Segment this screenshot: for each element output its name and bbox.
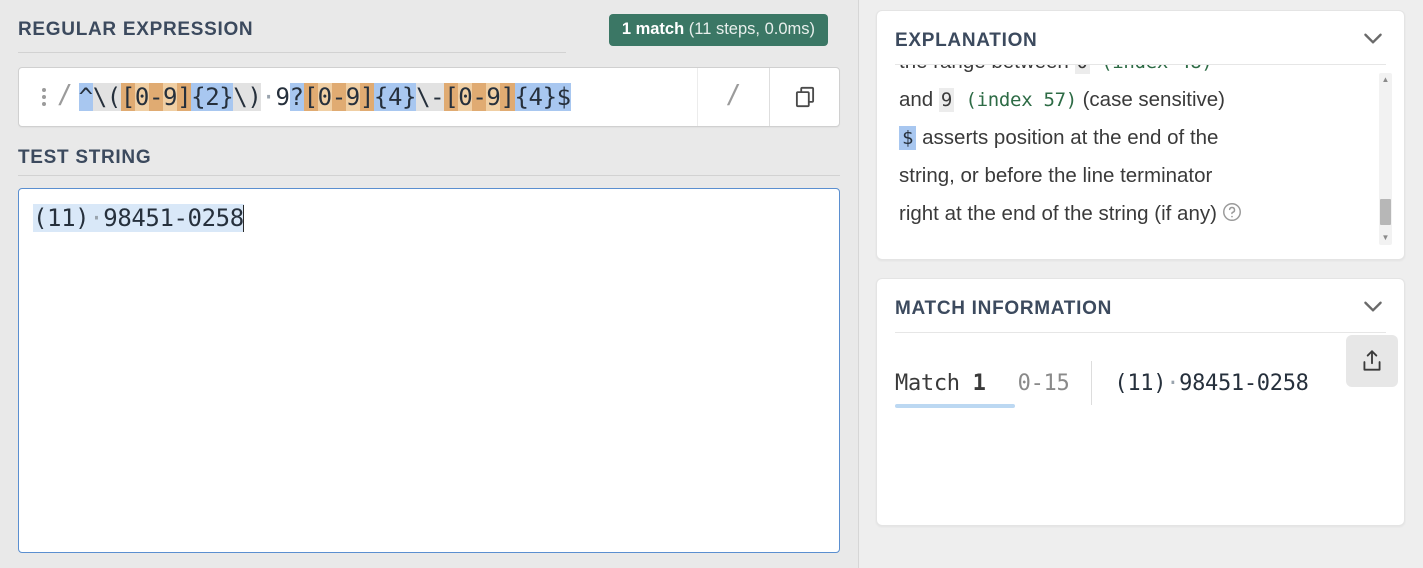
test-section-divider bbox=[18, 175, 840, 176]
export-icon bbox=[1363, 350, 1381, 371]
regex-token-4: - bbox=[148, 83, 164, 111]
regex-token-1: \( bbox=[92, 83, 121, 111]
explanation-part-2-1: asserts position at the end of the bbox=[916, 126, 1219, 149]
match-information-header[interactable]: MATCH INFORMATION bbox=[877, 279, 1404, 332]
match-value-before: (11) bbox=[1114, 370, 1167, 396]
match-count-label: 1 match bbox=[621, 20, 685, 39]
test-string-section-header: TEST STRING bbox=[18, 147, 840, 169]
explanation-scrollbar[interactable]: ▲ ▼ bbox=[1379, 73, 1392, 245]
explanation-panel: EXPLANATION the range between 0 (index 4… bbox=[876, 10, 1405, 260]
text-cursor bbox=[242, 205, 245, 232]
regex-token-17: {4} bbox=[373, 83, 417, 111]
regex-token-6: ] bbox=[177, 83, 192, 111]
regex-delimiter-close: / bbox=[725, 80, 742, 110]
regex-token-21: 0 bbox=[458, 83, 473, 111]
explanation-header[interactable]: EXPLANATION bbox=[877, 11, 1404, 64]
chevron-down-icon[interactable] bbox=[1360, 293, 1386, 324]
export-matches-button[interactable] bbox=[1346, 335, 1398, 387]
regex-section-divider bbox=[18, 52, 566, 53]
regex-flags-cell[interactable]: / bbox=[697, 68, 769, 126]
regex-token-12: [ bbox=[303, 83, 318, 111]
regex-input-main[interactable]: / ^\([0-9]{2}\)·9?[0-9]{4}\-[0-9]{4}$ bbox=[19, 68, 697, 126]
explanation-line: and 9 (index 57) (case sensitive) bbox=[899, 81, 1370, 119]
test-string-textarea[interactable]: (11)·98451-0258 bbox=[18, 188, 840, 553]
match-label: Match bbox=[895, 370, 973, 396]
test-string-section-label: TEST STRING bbox=[18, 147, 152, 168]
test-string-match-after: 98451-0258 bbox=[103, 204, 244, 232]
chevron-down-icon[interactable] bbox=[1360, 25, 1386, 56]
explanation-part-3-0: string, or before the line terminator bbox=[899, 164, 1213, 187]
left-column: REGULAR EXPRESSION 1 match (11 steps, 0.… bbox=[0, 0, 858, 568]
explanation-part-1-2: (index 57) bbox=[954, 89, 1077, 111]
explanation-part-0-1: 0 bbox=[1074, 65, 1090, 74]
match-number: 1 bbox=[972, 370, 986, 396]
regex-token-15: 9 bbox=[345, 83, 360, 111]
match-status-badge: 1 match (11 steps, 0.0ms) bbox=[608, 14, 828, 46]
explanation-lines: the range between 0 (index 48)and 9 (ind… bbox=[899, 65, 1370, 236]
regex-token-23: 9 bbox=[486, 83, 501, 111]
regex-delimiter-open: / bbox=[57, 80, 73, 110]
explanation-part-0-0: the range between bbox=[899, 65, 1075, 73]
match-range: 0-15 bbox=[1017, 370, 1070, 396]
regex-token-7: {2} bbox=[191, 83, 234, 111]
explanation-title: EXPLANATION bbox=[895, 29, 1038, 51]
match-value-space-dot: · bbox=[1166, 370, 1180, 396]
regex-token-24: ] bbox=[500, 83, 515, 111]
regex-token-13: 0 bbox=[317, 83, 332, 111]
regex-token-3: 0 bbox=[134, 83, 149, 111]
explanation-part-4-0: right at the end of the string (if any) bbox=[899, 202, 1217, 225]
test-string-space-dot: · bbox=[89, 204, 104, 232]
column-divider bbox=[858, 0, 859, 568]
regex-pattern-input[interactable]: ^\([0-9]{2}\)·9?[0-9]{4}\-[0-9]{4}$ bbox=[78, 80, 571, 114]
explanation-line: $ asserts position at the end of the bbox=[899, 119, 1370, 157]
regex-section-label: REGULAR EXPRESSION bbox=[18, 19, 254, 40]
copy-regex-button[interactable] bbox=[769, 68, 839, 126]
regex-token-19: - bbox=[430, 83, 445, 111]
match-value-after: 98451-0258 bbox=[1179, 370, 1309, 396]
test-string-content: (11)·98451-0258 bbox=[33, 201, 825, 235]
regex-token-11: ? bbox=[289, 83, 304, 111]
scroll-down-arrow-icon[interactable]: ▼ bbox=[1382, 234, 1390, 242]
regex-token-16: ] bbox=[359, 83, 374, 111]
regex-token-22: - bbox=[472, 83, 487, 111]
right-column: EXPLANATION the range between 0 (index 4… bbox=[858, 0, 1423, 568]
match-label-underline bbox=[895, 403, 1015, 408]
regex-section-header: REGULAR EXPRESSION 1 match (11 steps, 0.… bbox=[18, 0, 840, 46]
regex-token-18: \ bbox=[416, 83, 431, 111]
explanation-line: the range between 0 (index 48) bbox=[899, 65, 1370, 81]
regex-token-8: \) bbox=[233, 83, 262, 111]
match-stats-label: (11 steps, 0.0ms) bbox=[684, 20, 815, 39]
copy-icon bbox=[795, 86, 814, 108]
explanation-part-1-1: 9 bbox=[938, 88, 955, 112]
regex-token-5: 9 bbox=[163, 83, 178, 111]
explanation-line: right at the end of the string (if any) bbox=[899, 195, 1370, 236]
regex-token-14: - bbox=[331, 83, 346, 111]
regex-input-box[interactable]: / ^\([0-9]{2}\)·9?[0-9]{4}\-[0-9]{4}$ / bbox=[18, 67, 840, 127]
kebab-menu-icon[interactable] bbox=[33, 88, 55, 106]
explanation-part-1-0: and bbox=[899, 88, 939, 111]
match-information-body: Match 1 0-15 (11)·98451-0258 bbox=[877, 333, 1404, 408]
explanation-line: string, or before the line terminator bbox=[899, 157, 1370, 195]
regex-token-26: $ bbox=[556, 83, 571, 111]
scrollbar-thumb[interactable] bbox=[1380, 199, 1391, 225]
match-label-wrap: Match 1 bbox=[895, 370, 1015, 408]
explanation-part-0-2: (index 48) bbox=[1090, 65, 1213, 73]
regex-token-2: [ bbox=[120, 83, 135, 111]
explanation-part-2-0: $ bbox=[899, 126, 917, 150]
regex-token-25: {4} bbox=[514, 83, 557, 111]
help-icon[interactable] bbox=[1221, 198, 1243, 236]
scroll-up-arrow-icon[interactable]: ▲ bbox=[1382, 76, 1390, 84]
match-information-title: MATCH INFORMATION bbox=[895, 297, 1112, 319]
match-row[interactable]: Match 1 0-15 (11)·98451-0258 bbox=[895, 361, 1386, 408]
test-string-match-before: (11) bbox=[33, 204, 90, 232]
regex-token-10: 9 bbox=[275, 83, 290, 111]
regex-token-9: · bbox=[261, 83, 276, 111]
explanation-part-1-3: (case sensitive) bbox=[1076, 88, 1225, 111]
regex-tester-app: REGULAR EXPRESSION 1 match (11 steps, 0.… bbox=[0, 0, 1423, 568]
match-value: (11)·98451-0258 bbox=[1092, 371, 1308, 396]
regex-token-20: [ bbox=[444, 83, 459, 111]
regex-token-0: ^ bbox=[78, 83, 93, 111]
match-information-panel: MATCH INFORMATION Match 1 0-15 (11)·9845… bbox=[876, 278, 1405, 526]
explanation-body: the range between 0 (index 48)and 9 (ind… bbox=[877, 65, 1404, 247]
